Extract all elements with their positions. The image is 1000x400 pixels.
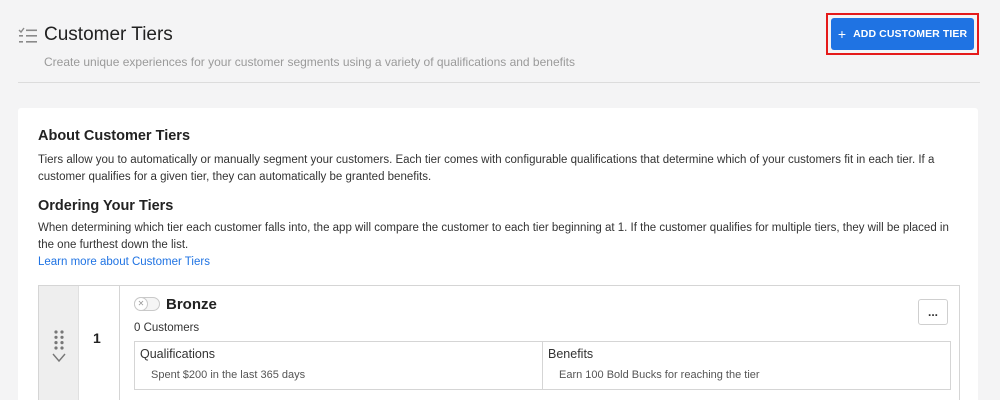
ordering-text: When determining which tier each custome… — [38, 222, 949, 251]
benefits-column: Benefits Earn 100 Bold Bucks for reachin… — [543, 342, 950, 389]
plus-icon: + — [837, 26, 847, 42]
learn-more-link[interactable]: Learn more about Customer Tiers — [38, 256, 210, 268]
tier-customer-count: 0 Customers — [134, 322, 200, 334]
header-divider — [18, 82, 980, 83]
tier-details-table: Qualifications Spent $200 in the last 36… — [134, 341, 951, 390]
about-text: Tiers allow you to automatically or manu… — [38, 154, 935, 183]
ordering-heading: Ordering Your Tiers — [38, 198, 174, 214]
qualification-item: Spent $200 in the last 365 days — [151, 369, 306, 381]
checklist-icon — [18, 27, 37, 43]
tier-more-button[interactable]: ... — [918, 299, 948, 325]
benefits-heading: Benefits — [548, 347, 594, 361]
drag-dots-icon — [54, 330, 64, 350]
benefit-item: Earn 100 Bold Bucks for reaching the tie… — [559, 369, 760, 381]
tier-number: 1 — [93, 330, 101, 346]
page-title: Customer Tiers — [44, 24, 173, 45]
tier-enabled-toggle[interactable]: ✕ — [134, 297, 160, 311]
toggle-off-icon: ✕ — [134, 297, 148, 311]
qualifications-column: Qualifications Spent $200 in the last 36… — [135, 342, 543, 389]
add-customer-tier-button[interactable]: + ADD CUSTOMER TIER — [831, 18, 974, 50]
page-subtitle: Create unique experiences for your custo… — [44, 55, 575, 69]
qualifications-heading: Qualifications — [140, 347, 216, 361]
about-heading: About Customer Tiers — [38, 128, 191, 144]
tier-content: ✕ Bronze 0 Customers ... Qualifications … — [119, 286, 960, 400]
page-header: Customer Tiers Create unique experiences… — [0, 0, 1000, 82]
tier-row: 1 ✕ Bronze 0 Customers ... Qualification… — [38, 285, 960, 400]
tier-name: Bronze — [166, 296, 217, 313]
chevron-down-icon[interactable] — [51, 352, 67, 364]
add-customer-tier-label: ADD CUSTOMER TIER — [853, 28, 968, 40]
drag-handle[interactable] — [39, 286, 79, 400]
